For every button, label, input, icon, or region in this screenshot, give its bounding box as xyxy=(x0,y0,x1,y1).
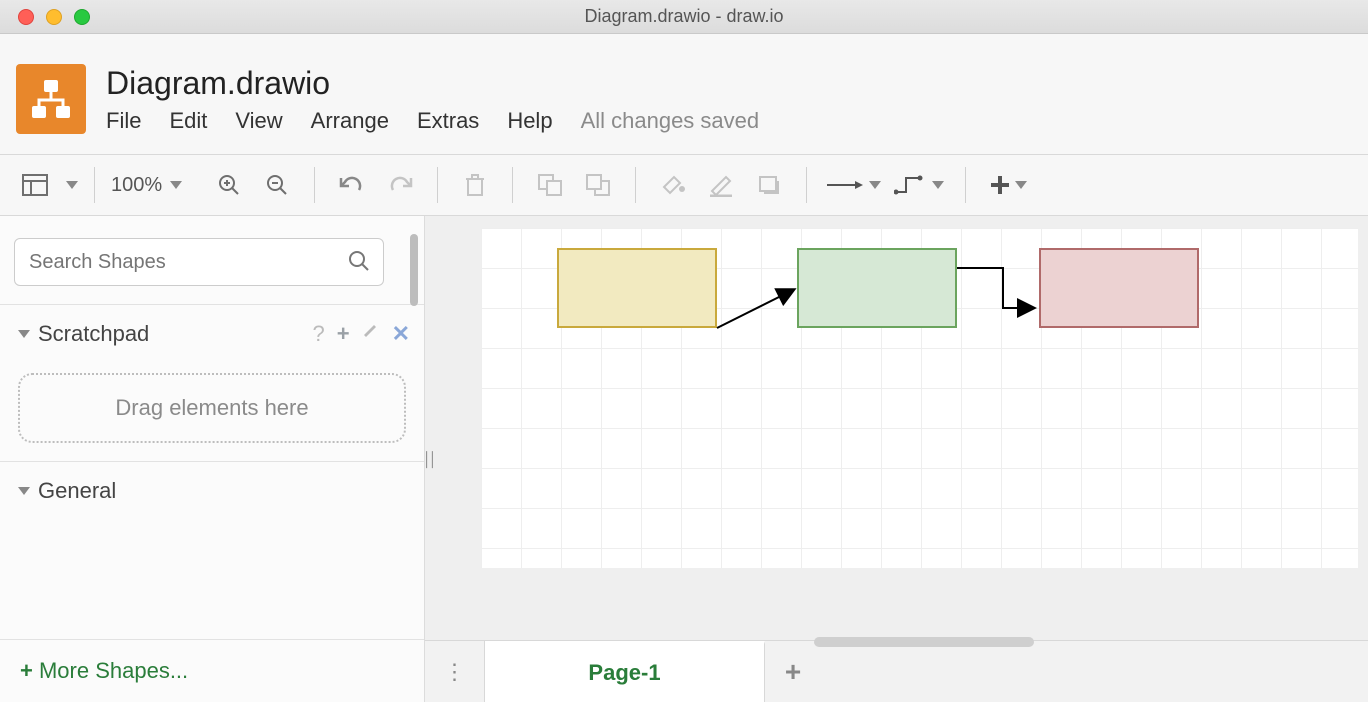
menu-extras[interactable]: Extras xyxy=(417,108,479,134)
menu-arrange[interactable]: Arrange xyxy=(311,108,389,134)
scrollbar-thumb[interactable] xyxy=(814,637,1034,647)
menu-help[interactable]: Help xyxy=(507,108,552,134)
dropzone-label: Drag elements here xyxy=(115,395,308,421)
waypoint-style-button[interactable] xyxy=(889,165,949,205)
undo-button[interactable] xyxy=(331,165,373,205)
scratchpad-edit-button[interactable] xyxy=(362,321,380,347)
search-icon[interactable] xyxy=(348,250,370,272)
zoom-select[interactable]: 100% xyxy=(111,174,182,197)
to-front-button[interactable] xyxy=(529,165,571,205)
fill-color-button[interactable] xyxy=(652,165,694,205)
scratchpad-help-button[interactable]: ? xyxy=(312,321,324,347)
zoom-in-button[interactable] xyxy=(208,165,250,205)
zoom-value: 100% xyxy=(111,174,162,197)
canvas-horizontal-scrollbar[interactable] xyxy=(481,636,1358,648)
shadow-button[interactable] xyxy=(748,165,790,205)
search-shapes-input[interactable] xyxy=(14,238,384,286)
drawio-logo-icon xyxy=(26,74,76,124)
header: Diagram.drawio File Edit View Arrange Ex… xyxy=(0,34,1368,154)
window-titlebar: Diagram.drawio - draw.io xyxy=(0,0,1368,34)
scratchpad-label: Scratchpad xyxy=(38,321,149,347)
more-shapes-button[interactable]: + More Shapes... xyxy=(0,639,424,702)
diagram-edges xyxy=(481,228,1368,428)
collapse-icon xyxy=(18,330,30,338)
scratchpad-add-button[interactable]: + xyxy=(337,321,350,347)
scratchpad-dropzone[interactable]: Drag elements here xyxy=(18,373,406,443)
redo-button[interactable] xyxy=(379,165,421,205)
sidebar-dropdown-icon[interactable] xyxy=(66,181,78,189)
insert-button[interactable] xyxy=(982,165,1034,205)
menu-view[interactable]: View xyxy=(235,108,282,134)
menubar: File Edit View Arrange Extras Help All c… xyxy=(106,108,759,134)
chevron-down-icon xyxy=(932,181,944,189)
connection-style-button[interactable] xyxy=(823,165,883,205)
to-back-button[interactable] xyxy=(577,165,619,205)
delete-button[interactable] xyxy=(454,165,496,205)
toggle-sidebar-button[interactable] xyxy=(14,165,56,205)
chevron-down-icon xyxy=(170,181,182,189)
toolbar: 100% xyxy=(0,154,1368,216)
menu-file[interactable]: File xyxy=(106,108,141,134)
window-title: Diagram.drawio - draw.io xyxy=(0,6,1368,27)
save-status: All changes saved xyxy=(581,108,760,134)
sidebar: Scratchpad ? + ✕ Drag elements here Gene… xyxy=(0,216,425,702)
scratchpad-close-button[interactable]: ✕ xyxy=(392,321,410,347)
page-tabbar: ⋮ Page-1 + xyxy=(425,640,1368,702)
general-section-header[interactable]: General xyxy=(0,470,424,512)
add-page-button[interactable]: + xyxy=(765,641,821,702)
collapse-icon xyxy=(18,487,30,495)
page-tab[interactable]: Page-1 xyxy=(485,641,765,702)
chevron-down-icon xyxy=(869,181,881,189)
menu-edit[interactable]: Edit xyxy=(169,108,207,134)
canvas-area: ││ ⋮ xyxy=(425,216,1368,702)
zoom-out-button[interactable] xyxy=(256,165,298,205)
filename[interactable]: Diagram.drawio xyxy=(106,65,759,102)
drawing-canvas[interactable] xyxy=(481,228,1358,568)
line-color-button[interactable] xyxy=(700,165,742,205)
chevron-down-icon xyxy=(1015,181,1027,189)
general-label: General xyxy=(38,478,116,504)
scratchpad-section-header[interactable]: Scratchpad ? + ✕ xyxy=(0,313,424,355)
app-logo xyxy=(16,64,86,134)
page-tab-label: Page-1 xyxy=(588,660,660,686)
page-menu-button[interactable]: ⋮ xyxy=(425,641,485,702)
more-shapes-label: More Shapes... xyxy=(39,658,188,683)
